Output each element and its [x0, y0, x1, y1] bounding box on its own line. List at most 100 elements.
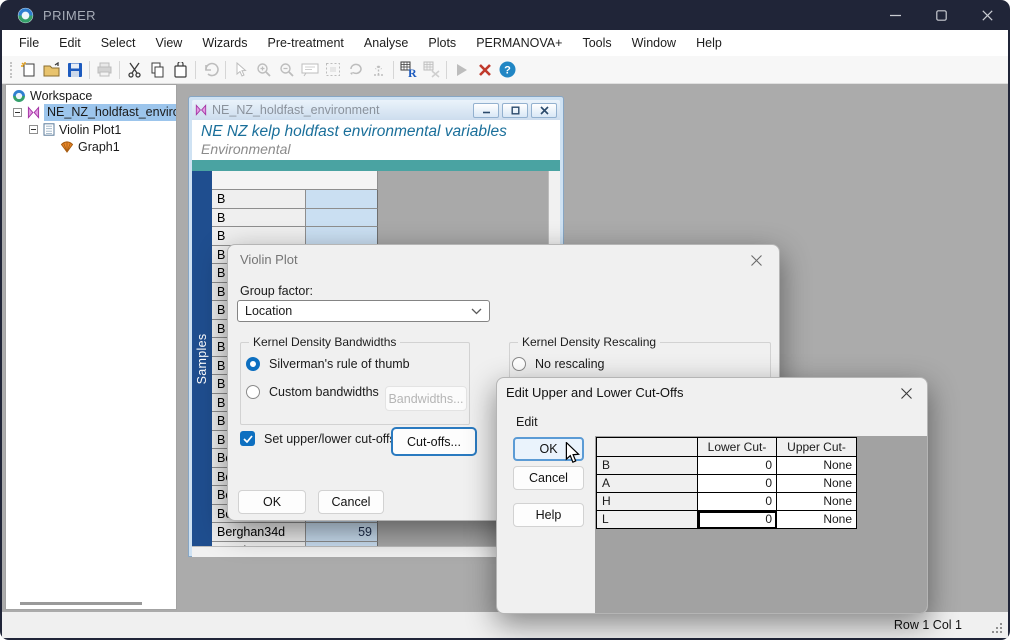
sheet-heading: NE NZ kelp holdfast environmental variab… [192, 120, 560, 141]
row-value[interactable]: 44 [306, 542, 378, 547]
doc-restore-button[interactable] [502, 103, 528, 118]
bandwidths-groupbox: Kernel Density Bandwidths [240, 342, 470, 425]
tree-item-data[interactable]: NE_NZ_holdfast_environment [6, 104, 176, 121]
tree-item-violin-plot[interactable]: Violin Plot1 [6, 121, 176, 138]
label-icon [298, 59, 321, 81]
close-button[interactable] [964, 0, 1010, 30]
upper-cutoff-cell[interactable]: None [777, 457, 857, 475]
tree-label-data[interactable]: NE_NZ_holdfast_environment [44, 104, 176, 121]
group-factor-label: Group factor: [240, 284, 313, 298]
row-header[interactable]: H [597, 493, 698, 511]
lower-cutoff-cell[interactable]: 0 [698, 475, 777, 493]
radio-unselected-icon[interactable] [246, 385, 260, 399]
table-row-partial[interactable]: B [212, 209, 378, 228]
no-rescaling-radio-row[interactable]: No rescaling [512, 357, 604, 371]
menu-wizards[interactable]: Wizards [192, 32, 257, 54]
cut-icon[interactable] [123, 59, 146, 81]
menu-analyse[interactable]: Analyse [354, 32, 418, 54]
collapse-expander-icon[interactable] [29, 125, 38, 134]
ok-button[interactable]: OK [238, 490, 306, 514]
open-workspace-icon[interactable] [40, 59, 63, 81]
menu-window[interactable]: Window [622, 32, 686, 54]
upper-cutoff-cell[interactable]: None [777, 511, 857, 529]
table-row-partial[interactable]: B [212, 227, 378, 246]
copy-icon[interactable] [146, 59, 169, 81]
row-label[interactable]: Berghan34e [212, 542, 306, 547]
radio-unselected-icon[interactable] [512, 357, 526, 371]
row-label[interactable]: Berghan34d [212, 523, 306, 542]
help-button[interactable]: Help [513, 503, 584, 527]
group-factor-select[interactable]: Location [237, 300, 490, 322]
cutoffs-checkbox-row[interactable]: Set upper/lower cut-offs [240, 431, 396, 446]
hoist-icon [367, 59, 390, 81]
doc-close-button[interactable] [531, 103, 557, 118]
table-row-partial[interactable]: B [212, 190, 378, 209]
workspace-icon [12, 89, 26, 103]
maximize-button[interactable] [918, 0, 964, 30]
dialog-title: Violin Plot [240, 252, 298, 267]
column-header [597, 438, 698, 457]
menu-select[interactable]: Select [91, 32, 146, 54]
pointer-icon [229, 59, 252, 81]
doc-minimize-button[interactable] [473, 103, 499, 118]
checkbox-checked-icon[interactable] [240, 431, 255, 446]
table-row[interactable]: Berghan34e44 [212, 542, 378, 547]
primer-logo-icon [17, 7, 34, 24]
tree-label-violin-plot[interactable]: Violin Plot1 [59, 123, 121, 137]
collapse-expander-icon[interactable] [13, 108, 22, 117]
minimize-button[interactable] [872, 0, 918, 30]
tree-item-graph[interactable]: Graph1 [6, 138, 176, 155]
dialog-title: Edit Upper and Lower Cut-Offs [506, 385, 684, 400]
row-header[interactable]: A [597, 475, 698, 493]
resemblance-r-icon[interactable]: R [397, 59, 420, 81]
menu-plots[interactable]: Plots [418, 32, 466, 54]
active-cell[interactable]: 0 [698, 511, 777, 529]
document-titlebar[interactable]: NE_NZ_holdfast_environment [192, 100, 560, 120]
plot-sheet-icon [43, 123, 55, 136]
cutoffs-button[interactable]: Cut-offs... [391, 427, 477, 456]
close-icon[interactable] [750, 254, 765, 269]
menu-view[interactable]: View [145, 32, 192, 54]
row-header[interactable]: B [597, 457, 698, 475]
select-region-icon [321, 59, 344, 81]
data-sheet-icon [195, 104, 207, 116]
upper-cutoff-cell[interactable]: None [777, 493, 857, 511]
cancel-button[interactable]: Cancel [513, 466, 584, 490]
menu-tools[interactable]: Tools [572, 32, 621, 54]
workspace-panel: Workspace NE_NZ_holdfast_environment Vio… [5, 84, 177, 610]
tree-label-graph[interactable]: Graph1 [78, 140, 120, 154]
tree-label-workspace: Workspace [30, 89, 92, 103]
row-value[interactable]: 59 [306, 523, 378, 542]
resize-grip-icon[interactable] [992, 623, 1002, 633]
close-icon[interactable] [900, 387, 915, 402]
paste-icon[interactable] [169, 59, 192, 81]
new-workspace-icon[interactable] [17, 59, 40, 81]
edit-menu[interactable]: Edit [516, 415, 538, 429]
cancel-button[interactable]: Cancel [318, 490, 384, 514]
table-row[interactable]: Berghan34d59 [212, 523, 378, 542]
menubar: File Edit Select View Wizards Pre-treatm… [2, 30, 1008, 56]
radio-selected-icon[interactable] [246, 357, 260, 371]
document-title: NE_NZ_holdfast_environment [212, 103, 470, 117]
silverman-radio-row[interactable]: Silverman's rule of thumb [246, 357, 410, 371]
column-header: Upper Cut-Off [777, 438, 857, 457]
tree-item-workspace[interactable]: Workspace [6, 87, 176, 104]
menu-edit[interactable]: Edit [49, 32, 91, 54]
save-icon[interactable] [63, 59, 86, 81]
menu-help[interactable]: Help [686, 32, 732, 54]
workspace-hscrollbar[interactable] [20, 602, 142, 605]
stop-icon[interactable] [473, 59, 496, 81]
column-header: Lower Cut-Off [698, 438, 777, 457]
upper-cutoff-cell[interactable]: None [777, 475, 857, 493]
primer-main-window: PRIMER File Edit Select View Wizards Pre… [0, 0, 1010, 640]
menu-pre-treatment[interactable]: Pre-treatment [257, 32, 353, 54]
menu-permanova[interactable]: PERMANOVA+ [466, 32, 572, 54]
help-icon[interactable]: ? [496, 59, 519, 81]
resemblance-gray-icon [420, 59, 443, 81]
menu-file[interactable]: File [9, 32, 49, 54]
lower-cutoff-cell[interactable]: 0 [698, 457, 777, 475]
custom-bandwidths-radio-row[interactable]: Custom bandwidths [246, 385, 379, 399]
row-header[interactable]: L [597, 511, 698, 529]
lower-cutoff-cell[interactable]: 0 [698, 493, 777, 511]
statusbar: Row 1 Col 1 [2, 612, 1008, 638]
